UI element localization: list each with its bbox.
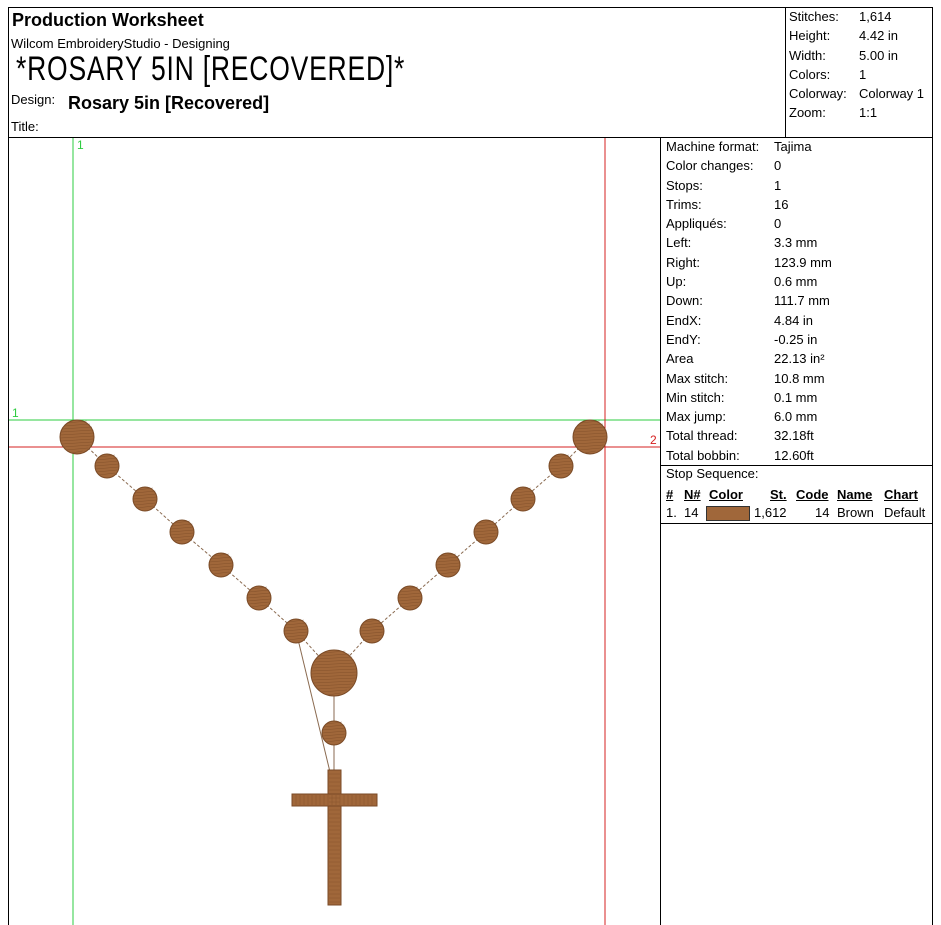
design-preview: 1 1 2 [9, 138, 660, 925]
guide-label-red: 2 [650, 433, 657, 447]
guide-label-green-horizontal: 1 [12, 406, 19, 420]
guide-label-green-vertical: 1 [77, 138, 84, 152]
